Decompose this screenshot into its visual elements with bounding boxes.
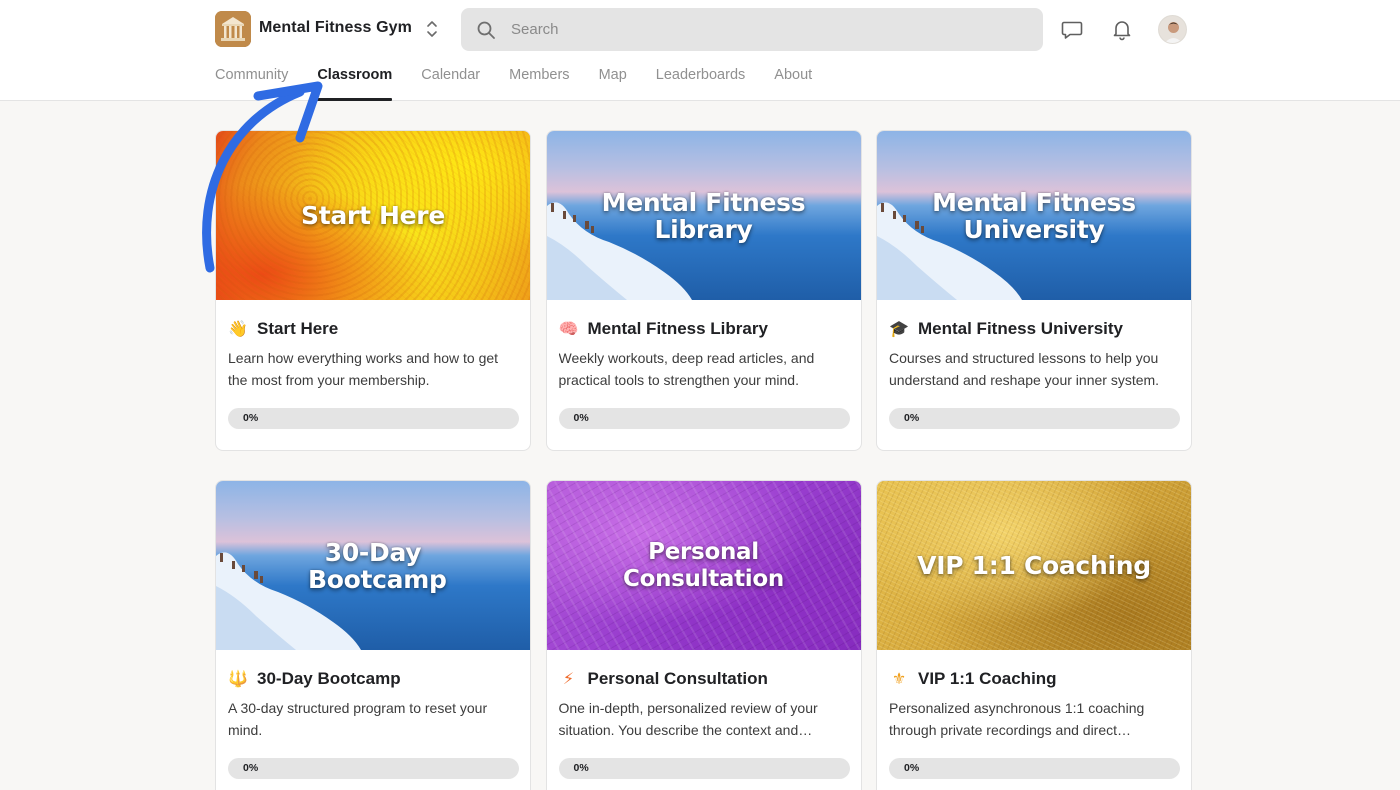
- tab-leaderboards[interactable]: Leaderboards: [656, 66, 746, 101]
- progress-label: 0%: [573, 412, 589, 424]
- progress-label: 0%: [904, 762, 920, 774]
- fleur-de-lis-icon: ⚜: [891, 671, 907, 688]
- group-name[interactable]: Mental Fitness Gym: [259, 19, 412, 37]
- brain-icon: 🧠: [558, 321, 579, 338]
- progress-label: 0%: [243, 412, 259, 424]
- course-cover-image: VIP 1:1 Coaching: [877, 481, 1191, 650]
- avatar[interactable]: [1158, 15, 1187, 44]
- course-title: VIP 1:1 Coaching: [918, 669, 1057, 688]
- course-cover-image: Mental Fitness Library: [546, 131, 861, 300]
- tab-community[interactable]: Community: [215, 66, 288, 101]
- chevron-up-down-icon[interactable]: [423, 18, 441, 40]
- search-bar[interactable]: [461, 8, 1043, 51]
- graduation-cap-icon: 🎓: [889, 321, 909, 338]
- course-cover-image: 30-Day Bootcamp: [216, 481, 530, 650]
- course-title: Personal Consultation: [587, 669, 768, 688]
- course-card-mental-fitness-library[interactable]: Mental Fitness Library 🧠 Mental Fitness …: [545, 130, 862, 451]
- course-card-mental-fitness-university[interactable]: Mental Fitness University 🎓 Mental Fitne…: [876, 130, 1192, 451]
- course-cover-text: 30-Day Bootcamp: [308, 537, 447, 594]
- tab-about[interactable]: About: [774, 66, 812, 101]
- course-grid: Start Here 👋 Start Here Learn how everyt…: [215, 130, 1192, 790]
- course-description: One in-depth, personalized review of you…: [558, 700, 818, 738]
- course-cover-text: Mental Fitness Library: [601, 187, 806, 244]
- course-description: Personalized asynchronous 1:1 coaching t…: [889, 700, 1145, 738]
- course-card-vip-coaching[interactable]: VIP 1:1 Coaching ⚜ VIP 1:1 Coaching Pers…: [876, 480, 1192, 790]
- search-input[interactable]: [511, 21, 1011, 38]
- progress-label: 0%: [904, 412, 920, 424]
- greek-temple-icon: [215, 11, 251, 47]
- course-progress-bar: 0%: [558, 758, 850, 779]
- course-progress-bar: 0%: [558, 408, 850, 429]
- course-title: Mental Fitness Library: [587, 319, 768, 338]
- course-description: Weekly workouts, deep read articles, and…: [558, 350, 815, 388]
- course-title: Start Here: [257, 319, 339, 338]
- lightning-icon: ⚡: [562, 671, 575, 688]
- chat-icon[interactable]: [1059, 16, 1085, 42]
- course-progress-bar: 0%: [889, 758, 1180, 779]
- course-cover-text: Personal Consultation: [623, 538, 784, 592]
- course-cover-text: VIP 1:1 Coaching: [917, 551, 1151, 580]
- course-cover-text: Start Here: [301, 201, 445, 230]
- course-description: Courses and structured lessons to help y…: [889, 350, 1160, 388]
- course-progress-bar: 0%: [228, 758, 519, 779]
- trident-icon: 🔱: [228, 671, 248, 688]
- tab-classroom[interactable]: Classroom: [317, 66, 392, 101]
- bell-icon[interactable]: [1109, 16, 1135, 42]
- tab-map[interactable]: Map: [599, 66, 627, 101]
- search-icon: [476, 20, 496, 40]
- course-card-start-here[interactable]: Start Here 👋 Start Here Learn how everyt…: [215, 130, 531, 451]
- group-logo[interactable]: [215, 11, 251, 47]
- main-nav: Community Classroom Calendar Members Map…: [215, 66, 841, 101]
- course-cover-image: Mental Fitness University: [877, 131, 1191, 300]
- course-card-personal-consultation[interactable]: Personal Consultation ⚡ Personal Consult…: [545, 480, 862, 790]
- course-title: Mental Fitness University: [918, 319, 1124, 338]
- waving-hand-icon: 👋: [228, 321, 248, 338]
- course-title: 30-Day Bootcamp: [257, 669, 401, 688]
- progress-label: 0%: [573, 762, 589, 774]
- top-header: Mental Fitness Gym Search Community Clas…: [0, 0, 1400, 101]
- course-description: A 30-day structured program to reset you…: [228, 700, 488, 738]
- progress-label: 0%: [243, 762, 259, 774]
- tab-calendar[interactable]: Calendar: [421, 66, 480, 101]
- course-card-30-day-bootcamp[interactable]: 30-Day Bootcamp 🔱 30-Day Bootcamp A 30-d…: [215, 480, 531, 790]
- course-progress-bar: 0%: [889, 408, 1180, 429]
- course-description: Learn how everything works and how to ge…: [228, 350, 499, 388]
- tab-members[interactable]: Members: [509, 66, 569, 101]
- course-cover-text: Mental Fitness University: [932, 187, 1136, 244]
- course-progress-bar: 0%: [228, 408, 519, 429]
- course-cover-image: Start Here: [216, 131, 530, 300]
- course-cover-image: Personal Consultation: [546, 481, 861, 650]
